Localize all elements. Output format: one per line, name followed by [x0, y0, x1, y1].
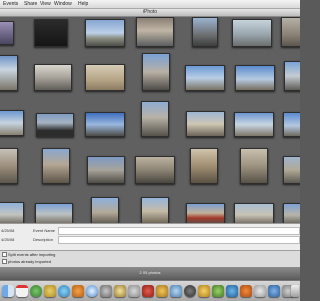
menu-view[interactable]: View — [40, 0, 51, 8]
photo-thumbnail[interactable] — [42, 148, 70, 184]
photo-thumbnail[interactable] — [0, 55, 18, 91]
photo-grid — [0, 17, 300, 223]
photo-thumbnail[interactable] — [281, 17, 300, 47]
app-icon[interactable] — [156, 285, 168, 297]
photo-count: 2 05 photos — [139, 270, 161, 275]
event-name-row: 4/25/08 Event Name — [0, 226, 300, 235]
photo-thumbnail[interactable] — [142, 53, 170, 91]
app-icon[interactable] — [170, 285, 182, 297]
app-icon[interactable] — [142, 285, 154, 297]
already-imported-option[interactable]: photos already imported — [2, 259, 51, 265]
photo-thumbnail[interactable] — [0, 148, 18, 184]
photo-thumbnail[interactable] — [36, 113, 74, 137]
app-icon[interactable] — [72, 285, 84, 297]
photo-thumbnail[interactable] — [91, 197, 119, 223]
photo-thumbnail[interactable] — [186, 203, 225, 223]
photo-thumbnail[interactable] — [234, 112, 274, 137]
photo-thumbnail[interactable] — [135, 156, 175, 184]
photo-thumbnail[interactable] — [283, 156, 300, 184]
description-label: Description — [33, 237, 54, 242]
app-icon[interactable] — [198, 285, 210, 297]
photo-thumbnail[interactable] — [141, 101, 169, 137]
photo-thumbnail[interactable] — [87, 156, 125, 184]
menu-help[interactable]: Help — [78, 0, 88, 8]
app-icon[interactable] — [240, 285, 252, 297]
photo-thumbnail[interactable] — [35, 203, 73, 223]
photo-thumbnail[interactable] — [0, 202, 24, 223]
safari-icon[interactable] — [86, 285, 98, 297]
ical-icon[interactable] — [16, 285, 28, 297]
photo-thumbnail[interactable] — [283, 112, 300, 137]
photo-thumbnail[interactable] — [141, 197, 169, 223]
app-icon[interactable] — [212, 285, 224, 297]
import-options: Split events after importing photos alre… — [0, 250, 300, 267]
already-imported-checkbox[interactable] — [2, 259, 7, 265]
app-icon[interactable] — [44, 285, 56, 297]
finder-icon[interactable] — [2, 285, 14, 297]
photo-thumbnail[interactable] — [192, 17, 218, 47]
event-info-panel: 4/25/08 Event Name 4/25/08 Description — [0, 223, 300, 250]
app-icon[interactable] — [100, 285, 112, 297]
photo-thumbnail[interactable] — [85, 19, 125, 47]
photo-thumbnail[interactable] — [136, 17, 174, 47]
app-icon[interactable] — [30, 285, 42, 297]
photo-thumbnail[interactable] — [0, 21, 14, 45]
split-events-label: Split events after importing — [8, 252, 56, 257]
photo-thumbnail[interactable] — [34, 64, 72, 91]
status-bar: 2 05 photos — [0, 267, 300, 279]
window-title: iPhoto — [0, 9, 300, 17]
trash-icon[interactable] — [291, 285, 299, 297]
split-events-option[interactable]: Split events after importing — [2, 252, 56, 258]
menu-share[interactable]: Share — [24, 0, 37, 8]
event-date: 4/25/08 — [1, 228, 15, 233]
app-icon[interactable] — [184, 285, 196, 297]
event-name-label: Event Name — [33, 228, 56, 233]
already-imported-label: photos already imported — [8, 259, 51, 264]
app-icon[interactable] — [226, 285, 238, 297]
app-icon[interactable] — [268, 285, 280, 297]
menu-events[interactable]: Events — [3, 0, 18, 8]
ichat-icon[interactable] — [58, 285, 70, 297]
photo-thumbnail[interactable] — [232, 19, 272, 47]
photo-thumbnail[interactable] — [186, 111, 225, 137]
app-icon[interactable] — [114, 285, 126, 297]
photo-thumbnail[interactable] — [240, 148, 268, 184]
photo-thumbnail[interactable] — [283, 203, 300, 223]
app-icon[interactable] — [254, 285, 266, 297]
split-events-checkbox[interactable] — [2, 252, 7, 258]
photo-thumbnail[interactable] — [235, 65, 275, 91]
event-name-field[interactable] — [58, 227, 300, 235]
photo-thumbnail[interactable] — [190, 148, 218, 184]
dock — [0, 280, 300, 301]
description-row: 4/25/08 Description — [0, 235, 300, 244]
description-field[interactable] — [58, 236, 300, 244]
photo-thumbnail[interactable] — [185, 65, 225, 91]
photo-thumbnail[interactable] — [234, 203, 274, 223]
app-icon[interactable] — [128, 285, 140, 297]
photo-thumbnail[interactable] — [85, 112, 125, 137]
menu-bar: Events Share View Window Help — [0, 0, 300, 9]
photo-thumbnail[interactable] — [284, 61, 300, 91]
event-date: 4/25/08 — [1, 237, 15, 242]
photo-thumbnail[interactable] — [85, 64, 125, 91]
photo-thumbnail[interactable] — [34, 19, 68, 47]
menu-window[interactable]: Window — [54, 0, 72, 8]
photo-thumbnail[interactable] — [0, 110, 24, 136]
